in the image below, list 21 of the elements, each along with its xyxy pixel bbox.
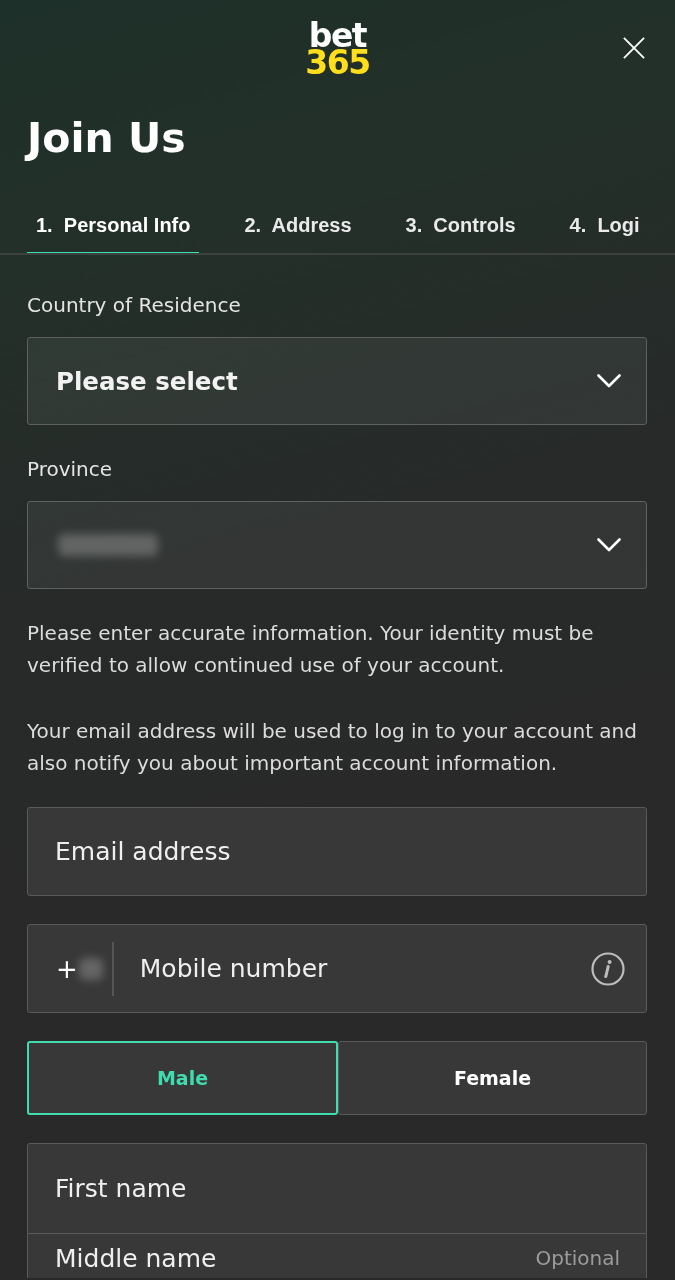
step-tab[interactable]: 2. Address	[235, 196, 361, 253]
step-tab[interactable]: 4. Logi	[560, 196, 649, 253]
email-input[interactable]: Email address	[27, 807, 647, 896]
info-icon[interactable]	[591, 951, 625, 986]
info-paragraph: Your email address will be used to log in to your account and also notify you about important account information.	[27, 718, 638, 777]
step-tab[interactable]: 3. Controls	[396, 196, 525, 253]
dropdown-select[interactable]: Please select	[27, 337, 647, 425]
gender-option[interactable]: Female	[338, 1041, 647, 1115]
optional-hint: Optional	[535, 1245, 620, 1272]
field-label: Country of Residence	[27, 292, 242, 319]
logo: bet 365	[305, 20, 370, 80]
country-code-picker[interactable]: +	[56, 953, 103, 984]
field-label: Province	[27, 456, 114, 483]
info-paragraph: Please enter accurate information. Your identity must be verified to allow continued use of your account.	[27, 620, 595, 679]
gender-option[interactable]: Male	[27, 1041, 338, 1115]
chevron-down-icon	[597, 538, 621, 552]
name-input[interactable]: First name	[27, 1143, 647, 1234]
chevron-down-icon	[597, 374, 621, 388]
mobile-number-field[interactable]: + Mobile number	[27, 924, 647, 1013]
step-tab[interactable]: 1. Personal Info	[27, 196, 200, 253]
close-icon	[623, 37, 645, 59]
